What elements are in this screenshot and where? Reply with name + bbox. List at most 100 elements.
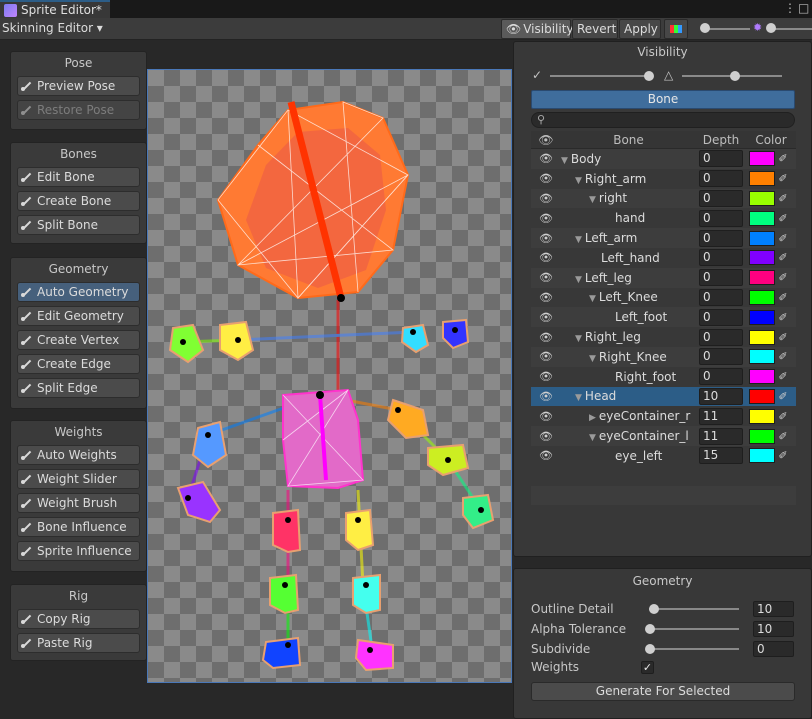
bone-row-left-leg[interactable]: 👁 ▼ Left_leg 0 ✐ bbox=[531, 267, 796, 288]
bone-opacity-slider[interactable] bbox=[550, 75, 650, 77]
preview-pose-button[interactable]: Preview Pose bbox=[17, 76, 140, 96]
eye-icon[interactable]: 👁 bbox=[531, 192, 561, 205]
create-edge-button[interactable]: Create Edge bbox=[17, 354, 140, 374]
eyedropper-icon[interactable]: ✐ bbox=[775, 311, 791, 324]
color-swatch[interactable] bbox=[749, 289, 775, 305]
depth-field[interactable]: 11 bbox=[699, 407, 743, 425]
expanded-arrow-icon[interactable]: ▼ bbox=[575, 275, 582, 285]
eye-icon[interactable]: 👁 bbox=[531, 370, 561, 383]
eyedropper-icon[interactable]: ✐ bbox=[775, 410, 791, 423]
depth-column-header[interactable]: Depth bbox=[696, 133, 746, 147]
bone-row-right-leg[interactable]: 👁 ▼ Right_leg 0 ✐ bbox=[531, 327, 796, 347]
edit-bone-button[interactable]: Edit Bone bbox=[17, 167, 140, 187]
create-vertex-button[interactable]: Create Vertex bbox=[17, 330, 140, 350]
color-swatch[interactable] bbox=[749, 349, 775, 365]
eye-icon[interactable]: 👁 bbox=[531, 212, 561, 225]
depth-field[interactable]: 15 bbox=[699, 447, 743, 465]
eye-icon[interactable]: 👁 bbox=[531, 449, 561, 462]
more-options-icon[interactable]: ⋮ bbox=[784, 1, 796, 15]
bone-opacity-knob[interactable] bbox=[644, 71, 654, 81]
eye-column-icon[interactable]: 👁 bbox=[531, 133, 561, 147]
eye-icon[interactable]: 👁 bbox=[531, 331, 561, 344]
depth-field[interactable]: 0 bbox=[699, 308, 743, 326]
bone-row-eyecontainer-l[interactable]: 👁 ▼ eyeContainer_l 11 ✐ bbox=[531, 426, 796, 446]
eye-icon[interactable]: 👁 bbox=[531, 251, 561, 264]
color-swatch[interactable] bbox=[749, 250, 775, 266]
expanded-arrow-icon[interactable]: ▼ bbox=[575, 176, 582, 186]
subdivide-field[interactable]: 0 bbox=[753, 641, 794, 657]
bone-search-input[interactable]: ⚲ bbox=[531, 112, 795, 128]
maximize-icon[interactable]: □ bbox=[798, 1, 809, 15]
subdivide-slider[interactable] bbox=[645, 644, 739, 654]
sprite-canvas[interactable] bbox=[147, 69, 512, 683]
eyedropper-icon[interactable]: ✐ bbox=[775, 232, 791, 245]
eye-icon[interactable]: 👁 bbox=[531, 350, 561, 363]
sprite-editor-tab[interactable]: Sprite Editor* bbox=[0, 0, 110, 18]
depth-field[interactable]: 0 bbox=[699, 348, 743, 366]
alpha-tolerance-field[interactable]: 10 bbox=[753, 621, 794, 637]
sprite-alpha-knob[interactable] bbox=[700, 23, 710, 33]
sprite-influence-button[interactable]: Sprite Influence bbox=[17, 541, 140, 561]
color-swatch[interactable] bbox=[749, 448, 775, 464]
bone-row-hand[interactable]: 👁 hand 0 ✐ bbox=[531, 208, 796, 228]
bone-tab[interactable]: Bone bbox=[531, 90, 795, 109]
color-swatch[interactable] bbox=[749, 171, 775, 187]
eyedropper-icon[interactable]: ✐ bbox=[775, 172, 791, 185]
depth-field[interactable]: 0 bbox=[699, 368, 743, 386]
eyedropper-icon[interactable]: ✐ bbox=[775, 390, 791, 403]
eye-icon[interactable]: 👁 bbox=[531, 410, 561, 423]
edit-geometry-button[interactable]: Edit Geometry bbox=[17, 306, 140, 326]
subdivide-knob[interactable] bbox=[645, 644, 655, 654]
expanded-arrow-icon[interactable]: ▼ bbox=[589, 433, 596, 443]
color-swatch[interactable] bbox=[749, 408, 775, 424]
expanded-arrow-icon[interactable]: ▼ bbox=[589, 354, 596, 364]
bone-row-right[interactable]: 👁 ▼ right 0 ✐ bbox=[531, 188, 796, 209]
expanded-arrow-icon[interactable]: ▼ bbox=[561, 156, 568, 166]
depth-field[interactable]: 11 bbox=[699, 427, 743, 445]
auto-geometry-button[interactable]: Auto Geometry bbox=[17, 282, 140, 302]
bone-row-eyecontainer-r[interactable]: 👁 ▶ eyeContainer_r 11 ✐ bbox=[531, 406, 796, 426]
expanded-arrow-icon[interactable]: ▼ bbox=[575, 393, 582, 403]
depth-field[interactable]: 0 bbox=[699, 328, 743, 346]
bone-influence-button[interactable]: Bone Influence bbox=[17, 517, 140, 537]
color-swatch[interactable] bbox=[749, 230, 775, 246]
eyedropper-icon[interactable]: ✐ bbox=[775, 251, 791, 264]
weights-checkbox[interactable]: ✓ bbox=[641, 660, 654, 674]
split-bone-button[interactable]: Split Bone bbox=[17, 215, 140, 235]
expanded-arrow-icon[interactable]: ▼ bbox=[575, 334, 582, 344]
mesh-opacity-knob-2[interactable] bbox=[730, 71, 740, 81]
depth-field[interactable]: 0 bbox=[699, 209, 743, 227]
bone-row-left-foot[interactable]: 👁 Left_foot 0 ✐ bbox=[531, 307, 796, 328]
color-swatch[interactable] bbox=[749, 329, 775, 345]
eye-icon[interactable]: 👁 bbox=[531, 172, 561, 185]
eye-icon[interactable]: 👁 bbox=[531, 232, 561, 245]
depth-field[interactable]: 0 bbox=[699, 288, 743, 306]
generate-for-selected-button[interactable]: Generate For Selected bbox=[531, 682, 795, 701]
expanded-arrow-icon[interactable]: ▼ bbox=[589, 294, 596, 304]
eyedropper-icon[interactable]: ✐ bbox=[775, 212, 791, 225]
eyedropper-icon[interactable]: ✐ bbox=[775, 370, 791, 383]
mesh-opacity-knob[interactable] bbox=[766, 23, 776, 33]
color-swatch[interactable] bbox=[749, 428, 775, 444]
auto-weights-button[interactable]: Auto Weights bbox=[17, 445, 140, 465]
color-swatch[interactable] bbox=[749, 309, 775, 325]
expanded-arrow-icon[interactable]: ▼ bbox=[575, 235, 582, 245]
eye-icon[interactable]: 👁 bbox=[531, 390, 561, 403]
eyedropper-icon[interactable]: ✐ bbox=[775, 152, 791, 165]
depth-field[interactable]: 0 bbox=[699, 269, 743, 287]
eyedropper-icon[interactable]: ✐ bbox=[775, 449, 791, 462]
color-column-header[interactable]: Color bbox=[746, 133, 796, 147]
eyedropper-icon[interactable]: ✐ bbox=[775, 291, 791, 304]
color-swatch[interactable] bbox=[749, 210, 775, 226]
eyedropper-icon[interactable]: ✐ bbox=[775, 430, 791, 443]
paste-rig-button[interactable]: Paste Rig bbox=[17, 633, 140, 653]
depth-field[interactable]: 0 bbox=[699, 189, 743, 207]
alpha-tolerance-slider[interactable] bbox=[645, 624, 739, 634]
outline-detail-field[interactable]: 10 bbox=[753, 601, 794, 617]
alpha-tolerance-knob[interactable] bbox=[645, 624, 655, 634]
bone-row-left-knee[interactable]: 👁 ▼ Left_Knee 0 ✐ bbox=[531, 288, 796, 308]
eye-icon[interactable]: 👁 bbox=[531, 271, 561, 284]
bone-row-right-arm[interactable]: 👁 ▼ Right_arm 0 ✐ bbox=[531, 169, 796, 189]
weight-slider-button[interactable]: Weight Slider bbox=[17, 469, 140, 489]
eye-icon[interactable]: 👁 bbox=[531, 291, 561, 304]
